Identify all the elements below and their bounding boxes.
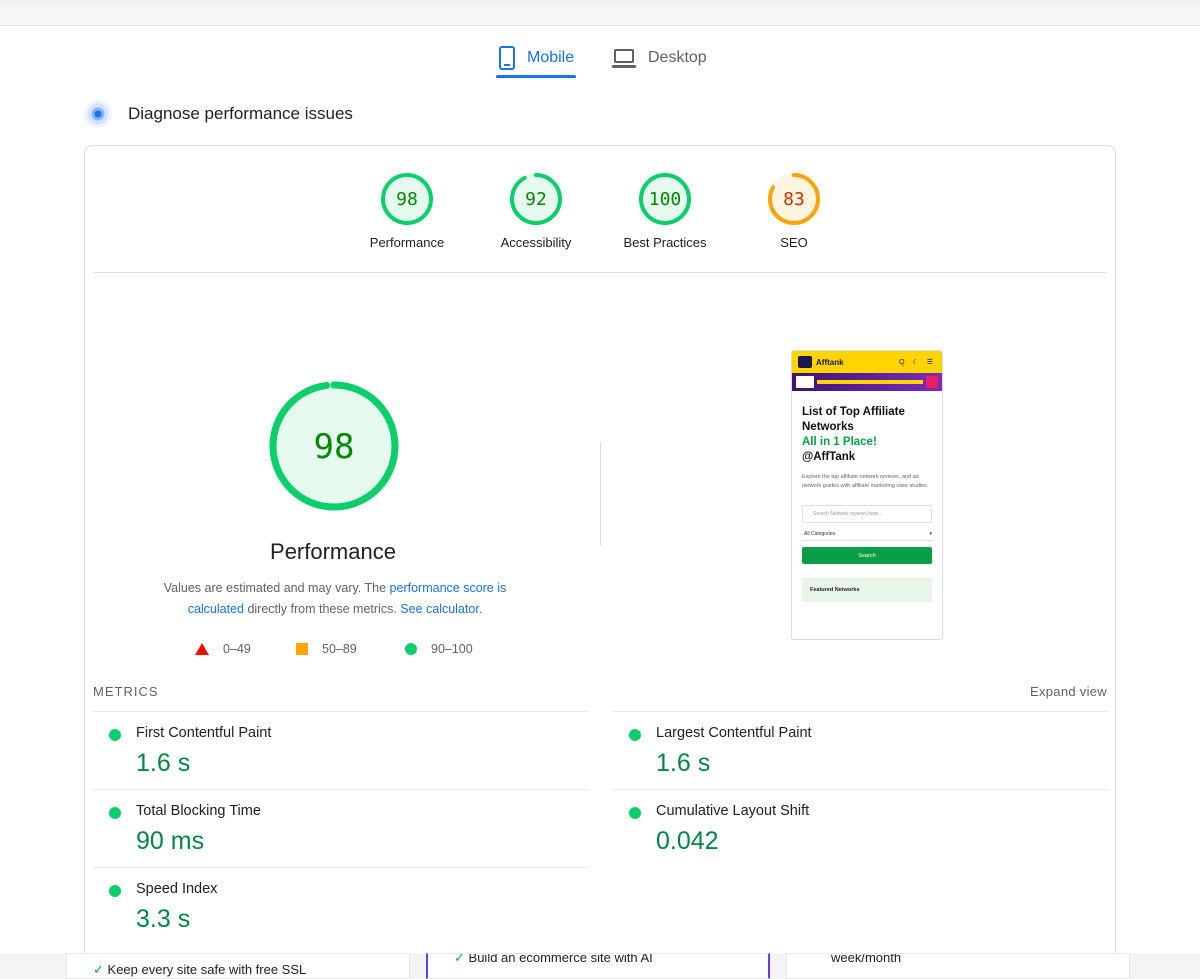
pass-circle-icon (109, 807, 121, 819)
score-gauges: 98 Performance 92 Accessibility 100 Best… (85, 171, 1117, 271)
section-title: Diagnose performance issues (128, 104, 353, 123)
pass-circle-icon (629, 807, 641, 819)
gauge-accessibility-label: Accessibility (500, 235, 572, 250)
gauge-seo[interactable]: 83 SEO (734, 171, 854, 250)
preview-banner (792, 373, 942, 391)
preview-header-icons: Q ☾ ☰ (899, 359, 936, 366)
performance-big-gauge: 98 (269, 381, 399, 511)
gauge-best-practices-label: Best Practices (623, 235, 707, 250)
gauge-seo-label: SEO (780, 235, 808, 250)
gauge-performance-label: Performance (369, 235, 445, 250)
gauge-accessibility[interactable]: 92 Accessibility (476, 171, 596, 250)
legend-fail-range: 0–49 (223, 642, 251, 656)
metric-label: Largest Contentful Paint (656, 725, 812, 741)
metric-value: 0.042 (656, 827, 719, 855)
gauge-performance[interactable]: 98 Performance (347, 171, 467, 250)
performance-title: Performance (270, 539, 396, 564)
background-card-ecommerce-text: ✓ Build an ecommerce site with AI (454, 953, 653, 965)
gauge-performance-ring: 98 (381, 173, 433, 225)
metric-value: 3.3 s (136, 905, 191, 933)
gauge-best-practices-ring: 100 (639, 173, 691, 225)
legend-fail: 0–49 (195, 642, 251, 656)
red-triangle-icon (195, 643, 209, 655)
note-text-3: . (478, 602, 483, 616)
metric-first-contentful-paint: First Contentful Paint 1.6 s (93, 711, 589, 789)
expand-view-toggle[interactable]: Expand view (1030, 684, 1107, 699)
orange-square-icon (296, 643, 308, 655)
gauges-divider (93, 272, 1107, 273)
report-card: 98 Performance 92 Accessibility 100 Best… (84, 145, 1116, 979)
metric-label: First Contentful Paint (136, 725, 272, 741)
tab-desktop[interactable]: Desktop (612, 38, 707, 78)
background-card-ssl-text: ✓ Keep every site safe with free SSL (93, 962, 307, 977)
tab-desktop-label: Desktop (648, 49, 707, 66)
preview-search-input: Search Network reviews here... (802, 505, 932, 523)
preview-category-select: All Categories ▾ (802, 527, 932, 541)
preview-body: List of Top Affiliate Networks All in 1 … (792, 391, 942, 602)
preview-heading: List of Top Affiliate Networks All in 1 … (802, 406, 905, 463)
tab-mobile[interactable]: Mobile (496, 38, 574, 78)
performance-note: Values are estimated and may vary. The p… (135, 578, 535, 620)
metric-value: 1.6 s (656, 749, 711, 777)
green-circle-icon (405, 643, 417, 655)
mobile-phone-icon (499, 46, 515, 70)
background-card-pricing-text: week/month (831, 953, 902, 965)
gauge-best-practices-value: 100 (649, 189, 682, 210)
laptop-icon (612, 47, 636, 69)
gauge-best-practices[interactable]: 100 Best Practices (605, 171, 725, 250)
preview-description: Explore the top affiliate network review… (802, 474, 929, 489)
gauge-performance-value: 98 (396, 189, 418, 210)
preview-search-button: Search (802, 547, 932, 564)
preview-header: Afftank Q ☾ ☰ (792, 351, 942, 373)
gauge-seo-value: 83 (783, 189, 805, 210)
metrics-header: METRICS Expand view (93, 684, 1107, 702)
legend-average: 50–89 (296, 642, 357, 656)
preview-logo-icon (798, 356, 812, 368)
page-screenshot[interactable]: Afftank Q ☾ ☰ List of Top Affiliate Netw… (791, 350, 943, 640)
pass-circle-icon (629, 729, 641, 741)
metric-value: 1.6 s (136, 749, 191, 777)
metric-label: Speed Index (136, 881, 218, 897)
performance-big-score: 98 (314, 427, 355, 467)
note-text-1: Values are estimated and may vary. The (163, 581, 390, 595)
legend-pass: 90–100 (405, 642, 473, 656)
pass-circle-icon (109, 885, 121, 897)
see-calculator-link[interactable]: See calculator (400, 602, 479, 616)
gauge-accessibility-ring: 92 (510, 173, 562, 225)
metric-label: Total Blocking Time (136, 803, 261, 819)
tab-mobile-label: Mobile (527, 49, 575, 66)
device-tabs: Mobile Desktop (0, 38, 1200, 80)
metric-speed-index: Speed Index 3.3 s (93, 867, 589, 945)
metric-label: Cumulative Layout Shift (656, 803, 810, 819)
preview-featured: Featured Networks (802, 578, 932, 602)
diagnose-heading: Diagnose performance issues (84, 100, 353, 128)
pass-circle-icon (109, 729, 121, 741)
legend-pass-range: 90–100 (431, 642, 473, 656)
browser-top-bar (0, 0, 1200, 26)
note-text-2: directly from these metrics. (243, 602, 401, 616)
metric-value: 90 ms (136, 827, 205, 855)
background-card-ecommerce: ✓ Build an ecommerce site with AI (426, 953, 770, 979)
metric-cumulative-layout-shift: Cumulative Layout Shift 0.042 (613, 789, 1109, 867)
gauge-accessibility-value: 92 (525, 189, 547, 210)
preview-brand: Afftank (816, 357, 844, 367)
legend-average-range: 50–89 (322, 642, 357, 656)
vertical-divider (600, 442, 601, 546)
metrics-title: METRICS (93, 684, 159, 699)
metric-largest-contentful-paint: Largest Contentful Paint 1.6 s (613, 711, 1109, 789)
score-legend: 0–49 50–89 90–100 (195, 642, 495, 660)
diagnose-icon (84, 100, 112, 128)
background-card-pricing: week/month (786, 953, 1130, 979)
metric-total-blocking-time: Total Blocking Time 90 ms (93, 789, 589, 867)
background-card-ssl: ✓ Keep every site safe with free SSL (66, 953, 410, 979)
active-tab-indicator (496, 75, 576, 78)
gauge-seo-ring: 83 (768, 173, 820, 225)
